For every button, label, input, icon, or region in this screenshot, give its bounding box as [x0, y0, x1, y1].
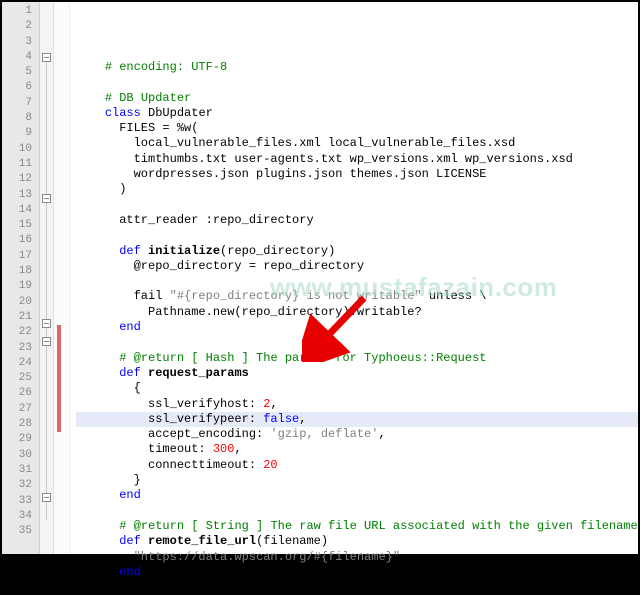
code-line: connecttimeout: 20: [76, 458, 638, 473]
code-line: ssl_verifyhost: 2,: [76, 397, 638, 412]
code-line: local_vulnerable_files.xml local_vulnera…: [76, 136, 638, 151]
line-number: 12: [2, 172, 39, 187]
line-number: 14: [2, 203, 39, 218]
code-line: [76, 335, 638, 350]
change-mark: [57, 325, 61, 340]
code-line: [76, 198, 638, 213]
code-line: # DB Updater: [76, 91, 638, 106]
fold-gutter: [40, 2, 54, 554]
code-line: end: [76, 565, 638, 580]
line-number: 26: [2, 386, 39, 401]
line-number: 5: [2, 65, 39, 80]
code-line: end: [76, 488, 638, 503]
code-line: end: [76, 320, 638, 335]
fold-toggle[interactable]: [42, 53, 51, 62]
line-number: 21: [2, 310, 39, 325]
code-line: timeout: 300,: [76, 442, 638, 457]
change-mark: [57, 341, 61, 356]
line-number-gutter: 1234567891011121314151617181920212223242…: [2, 2, 40, 554]
code-line: FILES = %w(: [76, 121, 638, 136]
code-line: @repo_directory = repo_directory: [76, 259, 638, 274]
code-line: {: [76, 381, 638, 396]
line-number: 6: [2, 80, 39, 95]
change-margin: [54, 2, 70, 554]
line-number: 13: [2, 188, 39, 203]
line-number: 1: [2, 4, 39, 19]
code-line: # @return [ String ] The raw file URL as…: [76, 519, 638, 534]
line-number: 4: [2, 50, 39, 65]
code-line: wordpresses.json plugins.json themes.jso…: [76, 167, 638, 182]
code-line: ): [76, 182, 638, 197]
fold-toggle[interactable]: [42, 337, 51, 346]
line-number: 27: [2, 402, 39, 417]
line-number: 3: [2, 35, 39, 50]
line-number: 25: [2, 371, 39, 386]
change-mark: [57, 386, 61, 401]
code-line: [76, 75, 638, 90]
line-number: 15: [2, 218, 39, 233]
line-number: 2: [2, 19, 39, 34]
change-mark: [57, 417, 61, 432]
change-mark: [57, 402, 61, 417]
code-line: timthumbs.txt user-agents.txt wp_version…: [76, 152, 638, 167]
code-line: accept_encoding: 'gzip, deflate',: [76, 427, 638, 442]
code-line: "https://data.wpscan.org/#{filename}": [76, 550, 638, 565]
code-line: [76, 504, 638, 519]
change-mark: [57, 356, 61, 371]
code-line: Pathname.new(repo_directory).writable?: [76, 305, 638, 320]
line-number: 32: [2, 478, 39, 493]
code-line: def remote_file_url(filename): [76, 534, 638, 549]
code-line: }: [76, 473, 638, 488]
line-number: 10: [2, 142, 39, 157]
line-number: 23: [2, 341, 39, 356]
line-number: 30: [2, 448, 39, 463]
fold-toggle[interactable]: [42, 194, 51, 203]
code-line: class DbUpdater: [76, 106, 638, 121]
line-number: 9: [2, 126, 39, 141]
code-line: [76, 228, 638, 243]
line-number: 19: [2, 279, 39, 294]
line-number: 31: [2, 463, 39, 478]
line-number: 35: [2, 524, 39, 539]
line-number: 22: [2, 325, 39, 340]
code-line: def initialize(repo_directory): [76, 244, 638, 259]
code-line: # encoding: UTF-8: [76, 60, 638, 75]
code-line: attr_reader :repo_directory: [76, 213, 638, 228]
line-number: 34: [2, 509, 39, 524]
line-number: 29: [2, 432, 39, 447]
change-mark: [57, 371, 61, 386]
code-line: # @return [ Hash ] The params for Typhoe…: [76, 351, 638, 366]
code-line: [76, 274, 638, 289]
line-number: 20: [2, 295, 39, 310]
line-number: 17: [2, 249, 39, 264]
code-line: def request_params: [76, 366, 638, 381]
line-number: 8: [2, 111, 39, 126]
line-number: 33: [2, 494, 39, 509]
line-number: 7: [2, 96, 39, 111]
editor-frame: 1234567891011121314151617181920212223242…: [2, 2, 638, 554]
line-number: 16: [2, 233, 39, 248]
code-line: [76, 580, 638, 595]
line-number: 24: [2, 356, 39, 371]
code-line: ssl_verifypeer: false,: [76, 412, 638, 427]
line-number: 11: [2, 157, 39, 172]
line-number: 18: [2, 264, 39, 279]
line-number: 28: [2, 417, 39, 432]
fold-toggle[interactable]: [42, 493, 51, 502]
code-line: fail "#{repo_directory} is not writable"…: [76, 289, 638, 304]
code-area: www.mustafazain.com # encoding: UTF-8 # …: [70, 2, 638, 554]
fold-toggle[interactable]: [42, 319, 51, 328]
